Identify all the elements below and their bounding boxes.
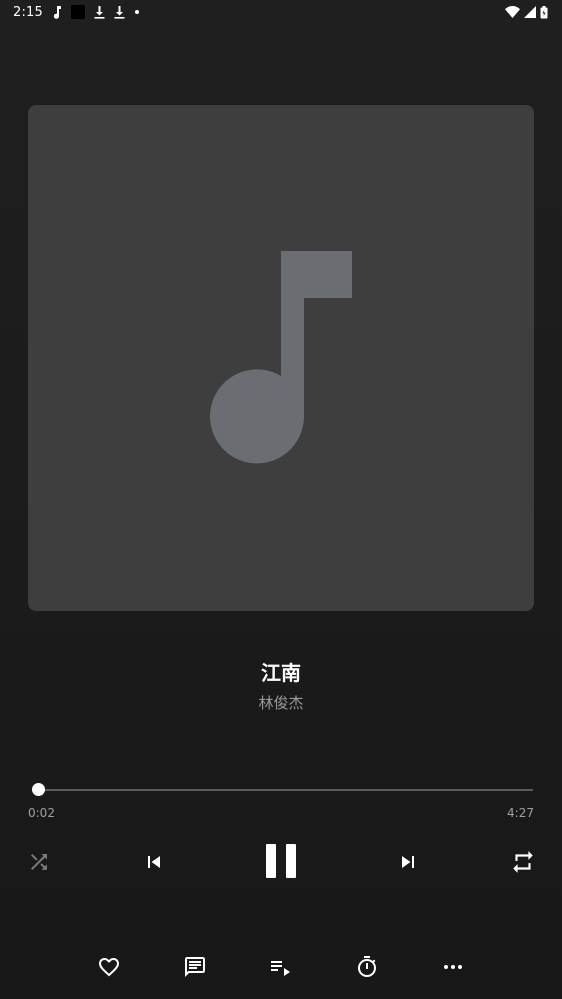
music-player-screen: 2:15 江南 林俊杰 0:02 4:27 [0, 0, 562, 999]
status-left: 2:15 [13, 5, 140, 20]
skip-next-icon [402, 856, 414, 868]
download-icon [94, 5, 105, 19]
music-note-icon [52, 5, 62, 19]
wifi-icon [505, 6, 520, 18]
progress-thumb[interactable] [31, 783, 45, 796]
playlist-button[interactable] [266, 953, 294, 981]
black-square-icon [71, 5, 85, 19]
sleep-timer-button[interactable] [353, 953, 381, 981]
progress-bar[interactable] [31, 783, 533, 796]
elapsed-time: 0:02 [28, 806, 55, 820]
more-icon [444, 965, 462, 969]
song-title: 江南 [261, 661, 301, 685]
shuffle-icon [31, 854, 47, 870]
skip-previous-icon [148, 856, 160, 868]
repeat-button[interactable] [508, 847, 538, 877]
music-note-icon [210, 251, 352, 464]
album-art [28, 105, 534, 611]
battery-icon [540, 5, 548, 19]
dot-icon [134, 9, 140, 15]
heart-icon [99, 958, 119, 977]
shuffle-button[interactable] [24, 847, 54, 877]
comments-button[interactable] [181, 953, 209, 981]
timer-icon [358, 956, 376, 977]
favorite-button[interactable] [95, 953, 123, 981]
total-duration: 4:27 [507, 806, 534, 820]
pause-button[interactable] [259, 838, 303, 884]
repeat-icon [513, 851, 533, 873]
download-icon [114, 5, 125, 19]
status-right [505, 5, 548, 19]
pause-icon [266, 844, 296, 878]
comment-icon [185, 957, 205, 977]
previous-button[interactable] [139, 847, 169, 877]
cellular-signal-icon [524, 6, 536, 18]
playlist-icon [271, 961, 290, 976]
next-button[interactable] [393, 847, 423, 877]
status-time: 2:15 [13, 4, 43, 20]
song-artist[interactable]: 林俊杰 [0, 692, 562, 713]
more-options-button[interactable] [439, 953, 467, 981]
status-bar: 2:15 [0, 0, 562, 24]
